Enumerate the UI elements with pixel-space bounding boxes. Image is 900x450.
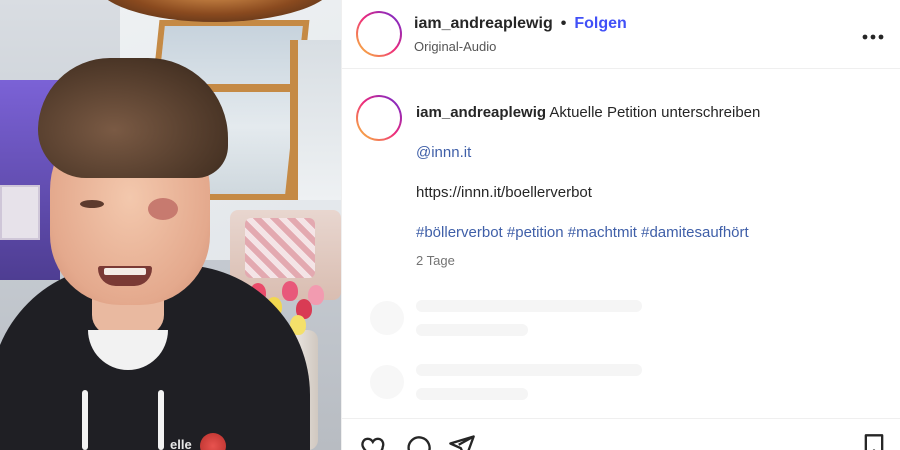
background-shelf [0,185,40,240]
audio-link[interactable]: Original-Audio [414,39,862,54]
avatar-image [358,13,400,55]
post-header: iam_andreaplewig • Folgen Original-Audio [342,0,900,69]
caption-avatar-image [358,97,400,139]
person-hair [38,58,228,178]
hoodie-string-left [82,390,88,450]
more-options-icon[interactable] [862,23,884,46]
header-text: iam_andreaplewig • Folgen Original-Audio [414,15,862,54]
caption-body: iam_andreaplewig Aktuelle Petition unter… [416,103,760,271]
caption-text: Aktuelle Petition unterschreiben [549,104,761,121]
heart-icon[interactable] [360,433,388,450]
background-window-right [290,40,341,200]
header-row: iam_andreaplewig • Folgen [414,15,862,33]
post-dialog: elle iam_andreaplewig • Folgen Original-… [0,0,900,450]
separator-dot: • [560,14,567,32]
post-video[interactable]: elle [0,0,341,450]
person-teeth [104,268,146,275]
hashtags-link[interactable]: #böllerverbot #petition #machtmit #damit… [416,223,760,243]
comment-placeholder [370,300,642,336]
caption-block: iam_andreaplewig Aktuelle Petition unter… [342,69,900,271]
person-eye-right [148,198,178,220]
placeholder-lines [416,364,642,400]
placeholder-lines [416,300,642,336]
follow-button[interactable]: Folgen [574,15,626,33]
username-link[interactable]: iam_andreaplewig [414,15,553,33]
caption-username[interactable]: iam_andreaplewig [416,104,546,121]
avatar[interactable] [356,11,402,57]
post-timestamp[interactable]: 2 Tage [416,251,760,271]
placeholder-avatar [370,301,404,335]
caption-avatar[interactable] [356,95,402,141]
hoodie-logo-text: elle [170,437,192,450]
background-cushion [245,218,315,278]
placeholder-line [416,300,642,312]
comment-icon[interactable] [404,433,432,450]
share-icon[interactable] [448,433,476,450]
placeholder-line [416,388,528,400]
hoodie-string-right [158,390,164,450]
placeholder-avatar [370,365,404,399]
caption-url: https://innn.it/boellerverbot [416,184,592,201]
placeholder-line [416,364,642,376]
person-eye-left [80,200,104,208]
placeholder-line [416,324,528,336]
post-side-panel: iam_andreaplewig • Folgen Original-Audio [341,0,900,450]
comment-placeholder [370,364,642,400]
bookmark-icon[interactable] [860,433,888,450]
action-bar [342,418,900,450]
caption-first-line: iam_andreaplewig Aktuelle Petition unter… [416,103,760,123]
mention-link[interactable]: @innn.it [416,143,760,163]
